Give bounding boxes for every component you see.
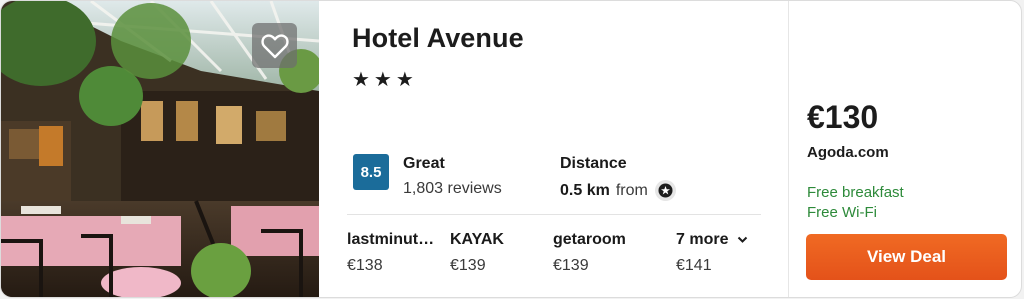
chevron-down-icon <box>738 236 748 243</box>
provider-deal-kayak[interactable]: KAYAK €139 <box>450 231 504 275</box>
heart-outline-icon <box>260 33 289 58</box>
provider-name: getaroom <box>553 231 626 248</box>
provider-price: €138 <box>347 257 383 274</box>
hotel-info: Hotel Avenue ★★★ 8.5 Great 1,803 reviews… <box>319 1 789 297</box>
rating-word: Great <box>403 155 445 172</box>
more-deals-label: 7 more <box>676 231 729 248</box>
distance-from: from <box>615 181 648 199</box>
star-rating: ★★★ <box>352 69 418 91</box>
rating-score-badge: 8.5 <box>353 154 389 190</box>
provider-name: KAYAK <box>450 231 504 248</box>
more-deals-dropdown[interactable]: 7 more €141 <box>676 231 748 275</box>
provider-price: €139 <box>450 257 486 274</box>
hotel-photo[interactable] <box>1 1 319 297</box>
best-deal-panel: €130 Agoda.com Free breakfast Free Wi-Fi… <box>789 1 1021 297</box>
hotel-card[interactable]: Hotel Avenue ★★★ 8.5 Great 1,803 reviews… <box>0 0 1022 298</box>
provider-price: €139 <box>553 257 589 274</box>
provider-name: lastminute.com <box>347 231 441 248</box>
more-deals-button[interactable]: 7 more <box>676 231 748 249</box>
provider-deal-getaroom[interactable]: getaroom €139 <box>553 231 626 275</box>
hotel-name[interactable]: Hotel Avenue <box>352 23 524 54</box>
distance-km: 0.5 km <box>560 181 610 199</box>
divider <box>347 214 761 215</box>
more-deals-price: €141 <box>676 257 712 274</box>
star-landmark-icon[interactable] <box>654 180 676 201</box>
view-deal-button[interactable]: View Deal <box>806 234 1007 280</box>
favorite-button[interactable] <box>252 23 297 68</box>
distance-value: 0.5 km from <box>560 180 676 201</box>
deal-site: Agoda.com <box>807 144 889 161</box>
amenity-wifi: Free Wi-Fi <box>807 204 877 221</box>
distance-label: Distance <box>560 155 627 172</box>
review-count[interactable]: 1,803 reviews <box>403 180 502 198</box>
deal-price[interactable]: €130 <box>807 99 878 136</box>
amenity-breakfast: Free breakfast <box>807 184 904 201</box>
provider-deal-lastminute[interactable]: lastminute.com €138 <box>347 231 441 275</box>
